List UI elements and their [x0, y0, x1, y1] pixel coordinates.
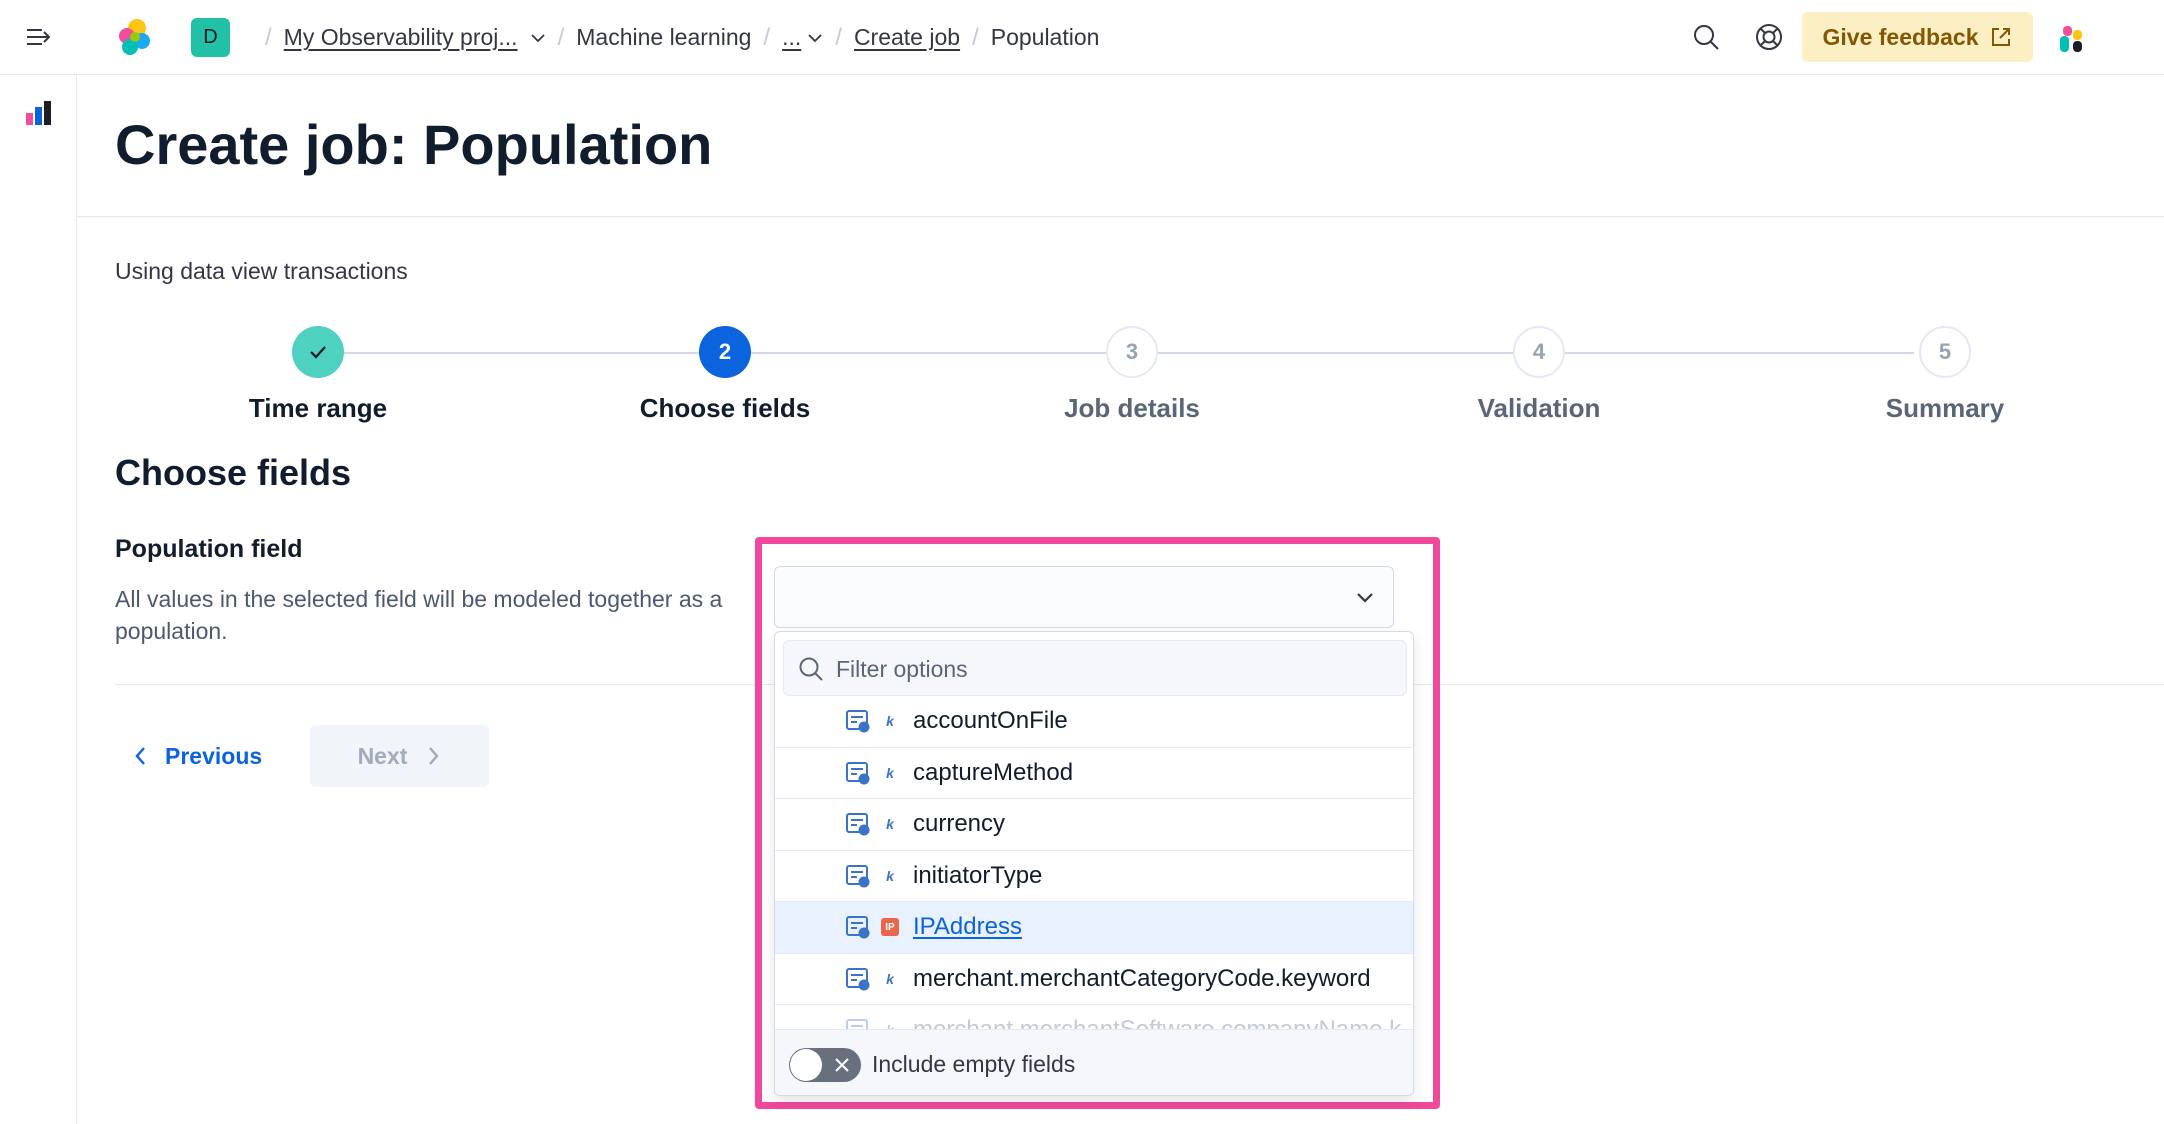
search-icon: [799, 657, 823, 681]
chevron-left-icon: [135, 747, 145, 765]
data-view-field-icon: [846, 967, 870, 991]
step-4-number: 4: [1532, 339, 1546, 364]
population-field-description: All values in the selected field will be…: [115, 586, 723, 644]
option-item[interactable]: k accountOnFile: [775, 696, 1413, 748]
help-lifebuoy-icon: [1756, 24, 1782, 50]
step-5-incomplete: 5: [1919, 326, 1971, 378]
breadcrumb-project-link[interactable]: My Observability proj...: [284, 24, 518, 51]
option-item[interactable]: k merchant.merchantCategoryCode.keyword: [775, 954, 1413, 1005]
filter-options-input[interactable]: [836, 649, 1396, 689]
option-item[interactable]: k currency: [775, 799, 1413, 851]
top-header: D / My Observability proj... / Machine l…: [0, 0, 2164, 75]
step-1-label[interactable]: Time range: [168, 393, 468, 424]
keyword-type-icon: k: [886, 867, 894, 884]
give-feedback-label: Give feedback: [1822, 23, 1979, 50]
step-5-number: 5: [1938, 339, 1952, 364]
help-button[interactable]: [1752, 20, 1786, 54]
filter-options-field[interactable]: [783, 640, 1407, 696]
elastic-logo-icon[interactable]: [113, 16, 155, 58]
data-view-text: Using data view transactions: [115, 258, 408, 284]
population-field-combobox[interactable]: [774, 566, 1394, 628]
switch-knob: [790, 1049, 822, 1081]
ip-type-icon: IP: [881, 918, 899, 937]
external-link-icon: [1992, 28, 2011, 46]
breadcrumb-current-page: Population: [990, 24, 1100, 50]
data-view-field-icon: [846, 813, 870, 836]
previous-button[interactable]: Previous: [115, 726, 285, 786]
option-label: IPAddress: [913, 913, 1022, 941]
close-icon: [835, 1058, 849, 1072]
data-view-field-icon: [846, 1019, 868, 1029]
option-item[interactable]: k merchant.merchantSoftware.companyName.…: [775, 1005, 1413, 1029]
option-item[interactable]: k initiatorType: [775, 851, 1413, 902]
step-3-number: 3: [1125, 339, 1139, 364]
search-icon: [1694, 25, 1719, 50]
step-1-complete[interactable]: [292, 326, 344, 378]
search-button[interactable]: [1689, 20, 1723, 54]
step-3-incomplete: 3: [1106, 326, 1158, 378]
keyword-type-icon: k: [886, 713, 894, 730]
observability-bar-chart-icon[interactable]: [25, 99, 53, 127]
option-label: currency: [913, 810, 1006, 838]
chevron-down-icon[interactable]: [530, 30, 546, 46]
menu-expand-icon: [27, 29, 51, 45]
breadcrumb-separator: /: [557, 23, 565, 51]
data-view-field-icon: [846, 710, 870, 733]
breadcrumb-separator: /: [763, 23, 771, 51]
step-4-label: Validation: [1477, 393, 1601, 423]
include-empty-fields-switch[interactable]: [789, 1048, 861, 1082]
breadcrumb-separator: /: [835, 23, 842, 51]
keyword-type-icon: k: [881, 1021, 899, 1029]
options-list[interactable]: k accountOnFile k captureMethod k curren…: [775, 696, 1413, 1029]
check-icon: [310, 346, 326, 359]
population-field-title: Population field: [115, 535, 303, 563]
option-label: captureMethod: [913, 758, 1074, 786]
space-avatar[interactable]: D: [191, 18, 230, 57]
combobox-options-popover: k accountOnFile k captureMethod k curren…: [774, 631, 1414, 1096]
give-feedback-button[interactable]: Give feedback: [1802, 12, 2033, 62]
step-3-label: Job details: [1064, 393, 1200, 423]
keyword-type-icon: k: [886, 970, 894, 987]
next-label: Next: [357, 742, 408, 769]
chevron-down-icon[interactable]: [1355, 588, 1375, 608]
space-initial: D: [203, 26, 218, 48]
option-label: accountOnFile: [913, 707, 1068, 735]
breadcrumb-separator: /: [265, 23, 272, 51]
data-view-field-icon: [846, 761, 870, 785]
app-switcher-icon[interactable]: [2058, 24, 2086, 54]
option-item[interactable]: k captureMethod: [775, 748, 1413, 799]
page-title: Create job: Population: [115, 113, 713, 176]
side-navigation-rail: [0, 75, 77, 1124]
step-2-number: 2: [718, 339, 732, 364]
breadcrumb-create-job-link[interactable]: Create job: [854, 24, 960, 51]
step-4-incomplete: 4: [1513, 326, 1565, 378]
option-label: initiatorType: [913, 861, 1043, 889]
chevron-right-icon: [429, 747, 440, 765]
data-view-field-icon: [846, 864, 870, 888]
data-view-field-icon: [846, 916, 870, 939]
breadcrumb-separator: /: [972, 23, 979, 51]
next-button[interactable]: Next: [310, 725, 489, 787]
nav-menu-toggle-button[interactable]: [22, 22, 56, 52]
option-label: merchant.merchantCategoryCode.keyword: [913, 964, 1371, 992]
step-2-current: 2: [699, 326, 751, 378]
step-5-label: Summary: [1885, 393, 2005, 423]
include-empty-fields-label[interactable]: Include empty fields: [872, 1051, 1075, 1078]
breadcrumb-collapsed-link[interactable]: ...: [782, 24, 801, 51]
option-item-selected[interactable]: IP IPAddress: [775, 902, 1413, 954]
keyword-type-icon: k: [886, 816, 894, 833]
breadcrumb: / My Observability proj... / Machine lea…: [253, 0, 1099, 75]
section-title: Choose fields: [115, 452, 352, 493]
breadcrumb-machine-learning[interactable]: Machine learning: [576, 24, 751, 51]
option-label: merchant.merchantSoftware.companyName.k: [913, 1016, 1401, 1029]
step-2-label: Choose fields: [639, 393, 811, 423]
divider: [77, 216, 2164, 217]
chevron-down-icon[interactable]: [807, 30, 823, 46]
previous-label: Previous: [165, 742, 263, 769]
keyword-type-icon: k: [886, 764, 894, 781]
combobox-footer: Include empty fields: [775, 1029, 1413, 1095]
